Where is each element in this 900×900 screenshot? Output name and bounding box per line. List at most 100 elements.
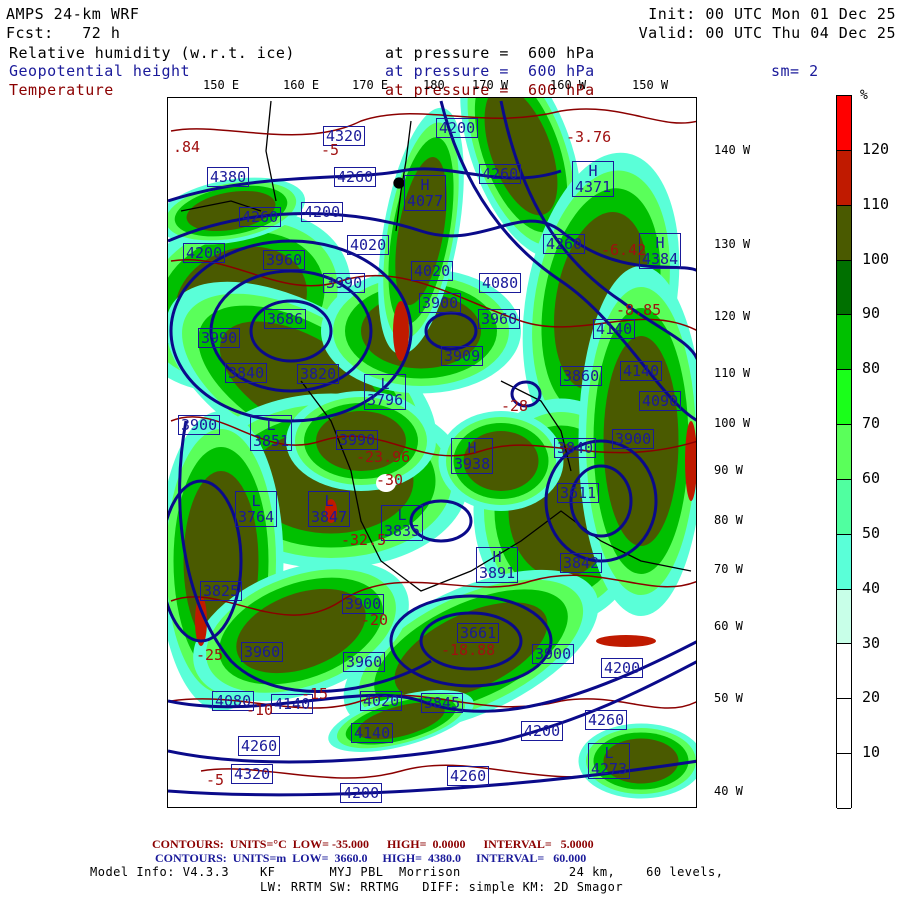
temperature-label: -3.76 [566, 128, 612, 146]
temperature-label: -15 [301, 685, 329, 703]
height-value: 3764 [238, 508, 275, 526]
height-label: 3900 [532, 644, 575, 664]
height-label: 3960 [343, 652, 386, 672]
longitude-label: 170 E [352, 78, 389, 92]
height-label: 4140 [351, 723, 394, 743]
height-label: 4200 [183, 243, 226, 263]
pressure-center-mark: H [492, 548, 502, 566]
height-value: 3860 [563, 367, 600, 385]
height-value: 4384 [642, 250, 679, 268]
weather-map: 4320 4200 4380 4260 4260 4200 H 4077 4260 H 4371 42… [167, 97, 697, 808]
height-value: 3990 [201, 329, 238, 347]
height-label: 4020 [360, 691, 403, 711]
height-value: 4260 [588, 711, 625, 729]
height-label: 4200 [340, 783, 383, 803]
field-humidity: Relative humidity (w.r.t. ice) [9, 44, 295, 62]
height-label: 3990 [198, 328, 241, 348]
height-value: 3960 [481, 310, 518, 328]
height-label: 3960 [263, 250, 306, 270]
height-label: 4140 [593, 319, 636, 339]
height-label: 4380 [207, 167, 250, 187]
meridian-label: 50 W [714, 691, 743, 705]
height-label: 4260 [585, 710, 628, 730]
height-label: 4020 [347, 235, 390, 255]
colorbar-segment [837, 754, 851, 809]
field-temperature: Temperature [9, 81, 114, 99]
colorbar-segment [837, 644, 851, 700]
temperature-label: -25 [196, 646, 224, 664]
colorbar-tick: 60 [862, 468, 881, 487]
colorbar-tick: 90 [862, 304, 881, 323]
height-contour-info: CONTOURS: UNITS=m LOW= 3660.0 HIGH= 4380… [155, 851, 587, 865]
colorbar-segment [837, 589, 851, 645]
height-value: 4200 [439, 119, 476, 137]
height-label: 3960 [478, 309, 521, 329]
height-value: 4260 [450, 767, 487, 785]
colorbar-tick: 100 [862, 249, 890, 268]
meridian-label: 70 W [714, 562, 743, 576]
temperature-label: -6.42 [601, 241, 647, 259]
longitude-label: 150 W [632, 78, 669, 92]
colorbar-tick: 20 [862, 688, 881, 707]
colorbar-tick: 110 [862, 194, 890, 213]
height-value: 4260 [546, 235, 583, 253]
colorbar-segment [837, 370, 851, 426]
temperature-label: -32.5 [341, 531, 387, 549]
temperature-label: -23.96 [356, 448, 411, 466]
height-label: H 3891 [476, 547, 519, 583]
colorbar-tick: 40 [862, 578, 881, 597]
pressure-center-mark: L [397, 506, 407, 524]
height-label: L 3851 [250, 415, 293, 451]
temperature-label: -5 [206, 771, 225, 789]
height-value: 4020 [414, 262, 451, 280]
height-value: 3835 [384, 522, 421, 540]
forecast-hour: Fcst: 72 h [6, 24, 121, 42]
model-info: Model Info: V4.3.3 KF MYJ PBL Morrison 2… [90, 865, 724, 879]
colorbar-segment [837, 425, 851, 480]
location-dot [393, 177, 405, 189]
height-value: 3847 [311, 508, 348, 526]
height-value: 4140 [596, 320, 633, 338]
height-label: L 3764 [235, 491, 278, 527]
height-value: 4273 [591, 760, 628, 778]
temperature-label: -5 [321, 141, 340, 159]
temperature-label: -8.85 [616, 301, 662, 319]
height-value: 4260 [482, 165, 519, 183]
height-label: 3860 [560, 366, 603, 386]
height-value: 4380 [210, 168, 247, 186]
longitude-label: 160 E [283, 78, 320, 92]
temperature-label: -28 [501, 397, 529, 415]
pressure-center-mark: H [420, 176, 430, 194]
colorbar-unit: % [860, 88, 868, 103]
meridian-label: 130 W [714, 237, 751, 251]
longitude-label: 180 [423, 78, 445, 92]
height-label: 3960 [241, 642, 284, 662]
height-label: 4260 [238, 736, 281, 756]
meridian-label: 90 W [714, 463, 743, 477]
height-value: 3900 [181, 416, 218, 434]
height-value: 3611 [560, 484, 597, 502]
meridian-label: 140 W [714, 143, 751, 157]
temperature-label: .84 [173, 138, 201, 156]
height-value: 3900 [535, 645, 572, 663]
height-label: 3900 [419, 293, 462, 313]
height-value: 4320 [234, 765, 271, 783]
height-value: 4260 [242, 208, 279, 226]
pressure-center-mark: H [655, 234, 665, 252]
colorbar [836, 95, 852, 809]
height-value: 3990 [326, 274, 363, 292]
height-value: 4200 [343, 784, 380, 802]
colorbar-segment [837, 260, 851, 316]
height-label: 3840 [554, 438, 597, 458]
supersaturation-patch [685, 421, 696, 501]
height-value: 3900 [345, 595, 382, 613]
height-label: 4200 [436, 118, 479, 138]
height-label: 4260 [543, 234, 586, 254]
height-value: 4260 [241, 737, 278, 755]
height-value: 3960 [266, 251, 303, 269]
colorbar-segment [837, 205, 851, 261]
meridian-label: 110 W [714, 366, 751, 380]
height-label: 4200 [301, 202, 344, 222]
pressure-center-mark: L [251, 492, 261, 510]
height-value: 3840 [557, 439, 594, 457]
